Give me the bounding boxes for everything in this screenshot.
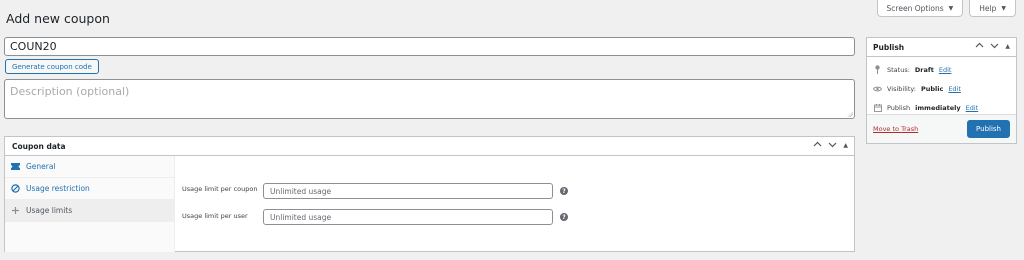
usage-limit-per-coupon-placeholder: Unlimited usage xyxy=(270,186,332,196)
caret-down-icon: ▼ xyxy=(948,4,954,12)
help-button[interactable]: Help ▼ xyxy=(969,0,1016,17)
usage-limit-per-user-input[interactable]: Unlimited usage xyxy=(263,209,553,225)
coupon-data-box: Coupon data ▲ General Usage restriction … xyxy=(4,136,855,252)
publish-title: Publish xyxy=(873,42,905,52)
tab-general-label: General xyxy=(26,162,56,171)
publish-label: Publish xyxy=(887,103,911,112)
block-icon xyxy=(11,184,20,193)
tab-usage-restriction-label: Usage restriction xyxy=(26,184,90,193)
description-textarea[interactable]: Description (optional) xyxy=(4,79,855,119)
status-value: Draft xyxy=(914,65,934,74)
move-up-icon[interactable] xyxy=(975,41,984,52)
publish-actions: Move to Trash Publish xyxy=(867,114,1016,143)
resize-handle-icon[interactable] xyxy=(847,111,853,117)
coupon-data-tabs: General Usage restriction Usage limits xyxy=(5,156,175,252)
publish-value: immediately xyxy=(915,103,961,112)
help-tip-icon[interactable]: ? xyxy=(560,213,568,221)
publish-header: Publish ▲ xyxy=(867,38,1016,57)
usage-limit-per-user-placeholder: Unlimited usage xyxy=(270,212,332,222)
coupon-code-input[interactable]: COUN20 xyxy=(4,37,855,56)
calendar-icon xyxy=(873,103,882,112)
description-placeholder: Description (optional) xyxy=(10,85,130,98)
screen-options-button[interactable]: Screen Options ▼ xyxy=(876,0,964,17)
page-title: Add new coupon xyxy=(6,11,110,26)
coupon-data-title: Coupon data xyxy=(12,141,66,151)
toggle-panel-icon[interactable]: ▲ xyxy=(1005,43,1010,50)
tab-usage-limits-label: Usage limits xyxy=(26,206,73,215)
tab-usage-limits[interactable]: Usage limits xyxy=(5,200,174,222)
publish-date-edit-link[interactable]: Edit xyxy=(966,104,979,112)
visibility-row: Visibility: Public Edit xyxy=(867,79,1016,98)
screen-options-label: Screen Options xyxy=(886,3,944,13)
eye-icon xyxy=(873,84,882,93)
ticket-icon xyxy=(11,162,20,171)
usage-limits-panel: Usage limit per coupon Unlimited usage ?… xyxy=(175,156,854,252)
coupon-data-header: Coupon data ▲ xyxy=(5,137,854,156)
usage-limit-per-coupon-input[interactable]: Unlimited usage xyxy=(263,183,553,199)
status-edit-link[interactable]: Edit xyxy=(939,66,952,74)
visibility-edit-link[interactable]: Edit xyxy=(948,85,961,93)
publish-box: Publish ▲ Status: Draft Edit Visibility:… xyxy=(866,37,1017,144)
usage-limit-per-user-label: Usage limit per user xyxy=(182,212,248,220)
pin-icon xyxy=(873,65,882,74)
tab-usage-restriction[interactable]: Usage restriction xyxy=(5,178,174,200)
visibility-value: Public xyxy=(920,84,944,93)
generate-coupon-code-button[interactable]: Generate coupon code xyxy=(5,59,99,74)
publish-button[interactable]: Publish xyxy=(967,120,1010,138)
screen-meta-links: Screen Options ▼ Help ▼ xyxy=(876,0,1016,17)
plus-icon xyxy=(11,206,20,215)
status-label: Status: xyxy=(887,65,910,74)
status-row: Status: Draft Edit xyxy=(867,60,1016,79)
move-down-icon[interactable] xyxy=(828,140,837,151)
usage-limit-per-coupon-label: Usage limit per coupon xyxy=(182,185,258,193)
move-to-trash-link[interactable]: Move to Trash xyxy=(873,125,918,133)
move-up-icon[interactable] xyxy=(813,140,822,151)
help-label: Help xyxy=(979,3,997,13)
box-controls: ▲ xyxy=(813,140,848,151)
move-down-icon[interactable] xyxy=(990,41,999,52)
tab-general[interactable]: General xyxy=(5,156,174,178)
help-tip-icon[interactable]: ? xyxy=(560,187,568,195)
caret-down-icon: ▼ xyxy=(1001,4,1006,12)
visibility-label: Visibility: xyxy=(887,84,916,93)
toggle-panel-icon[interactable]: ▲ xyxy=(843,142,848,149)
publish-box-controls: ▲ xyxy=(975,41,1010,52)
